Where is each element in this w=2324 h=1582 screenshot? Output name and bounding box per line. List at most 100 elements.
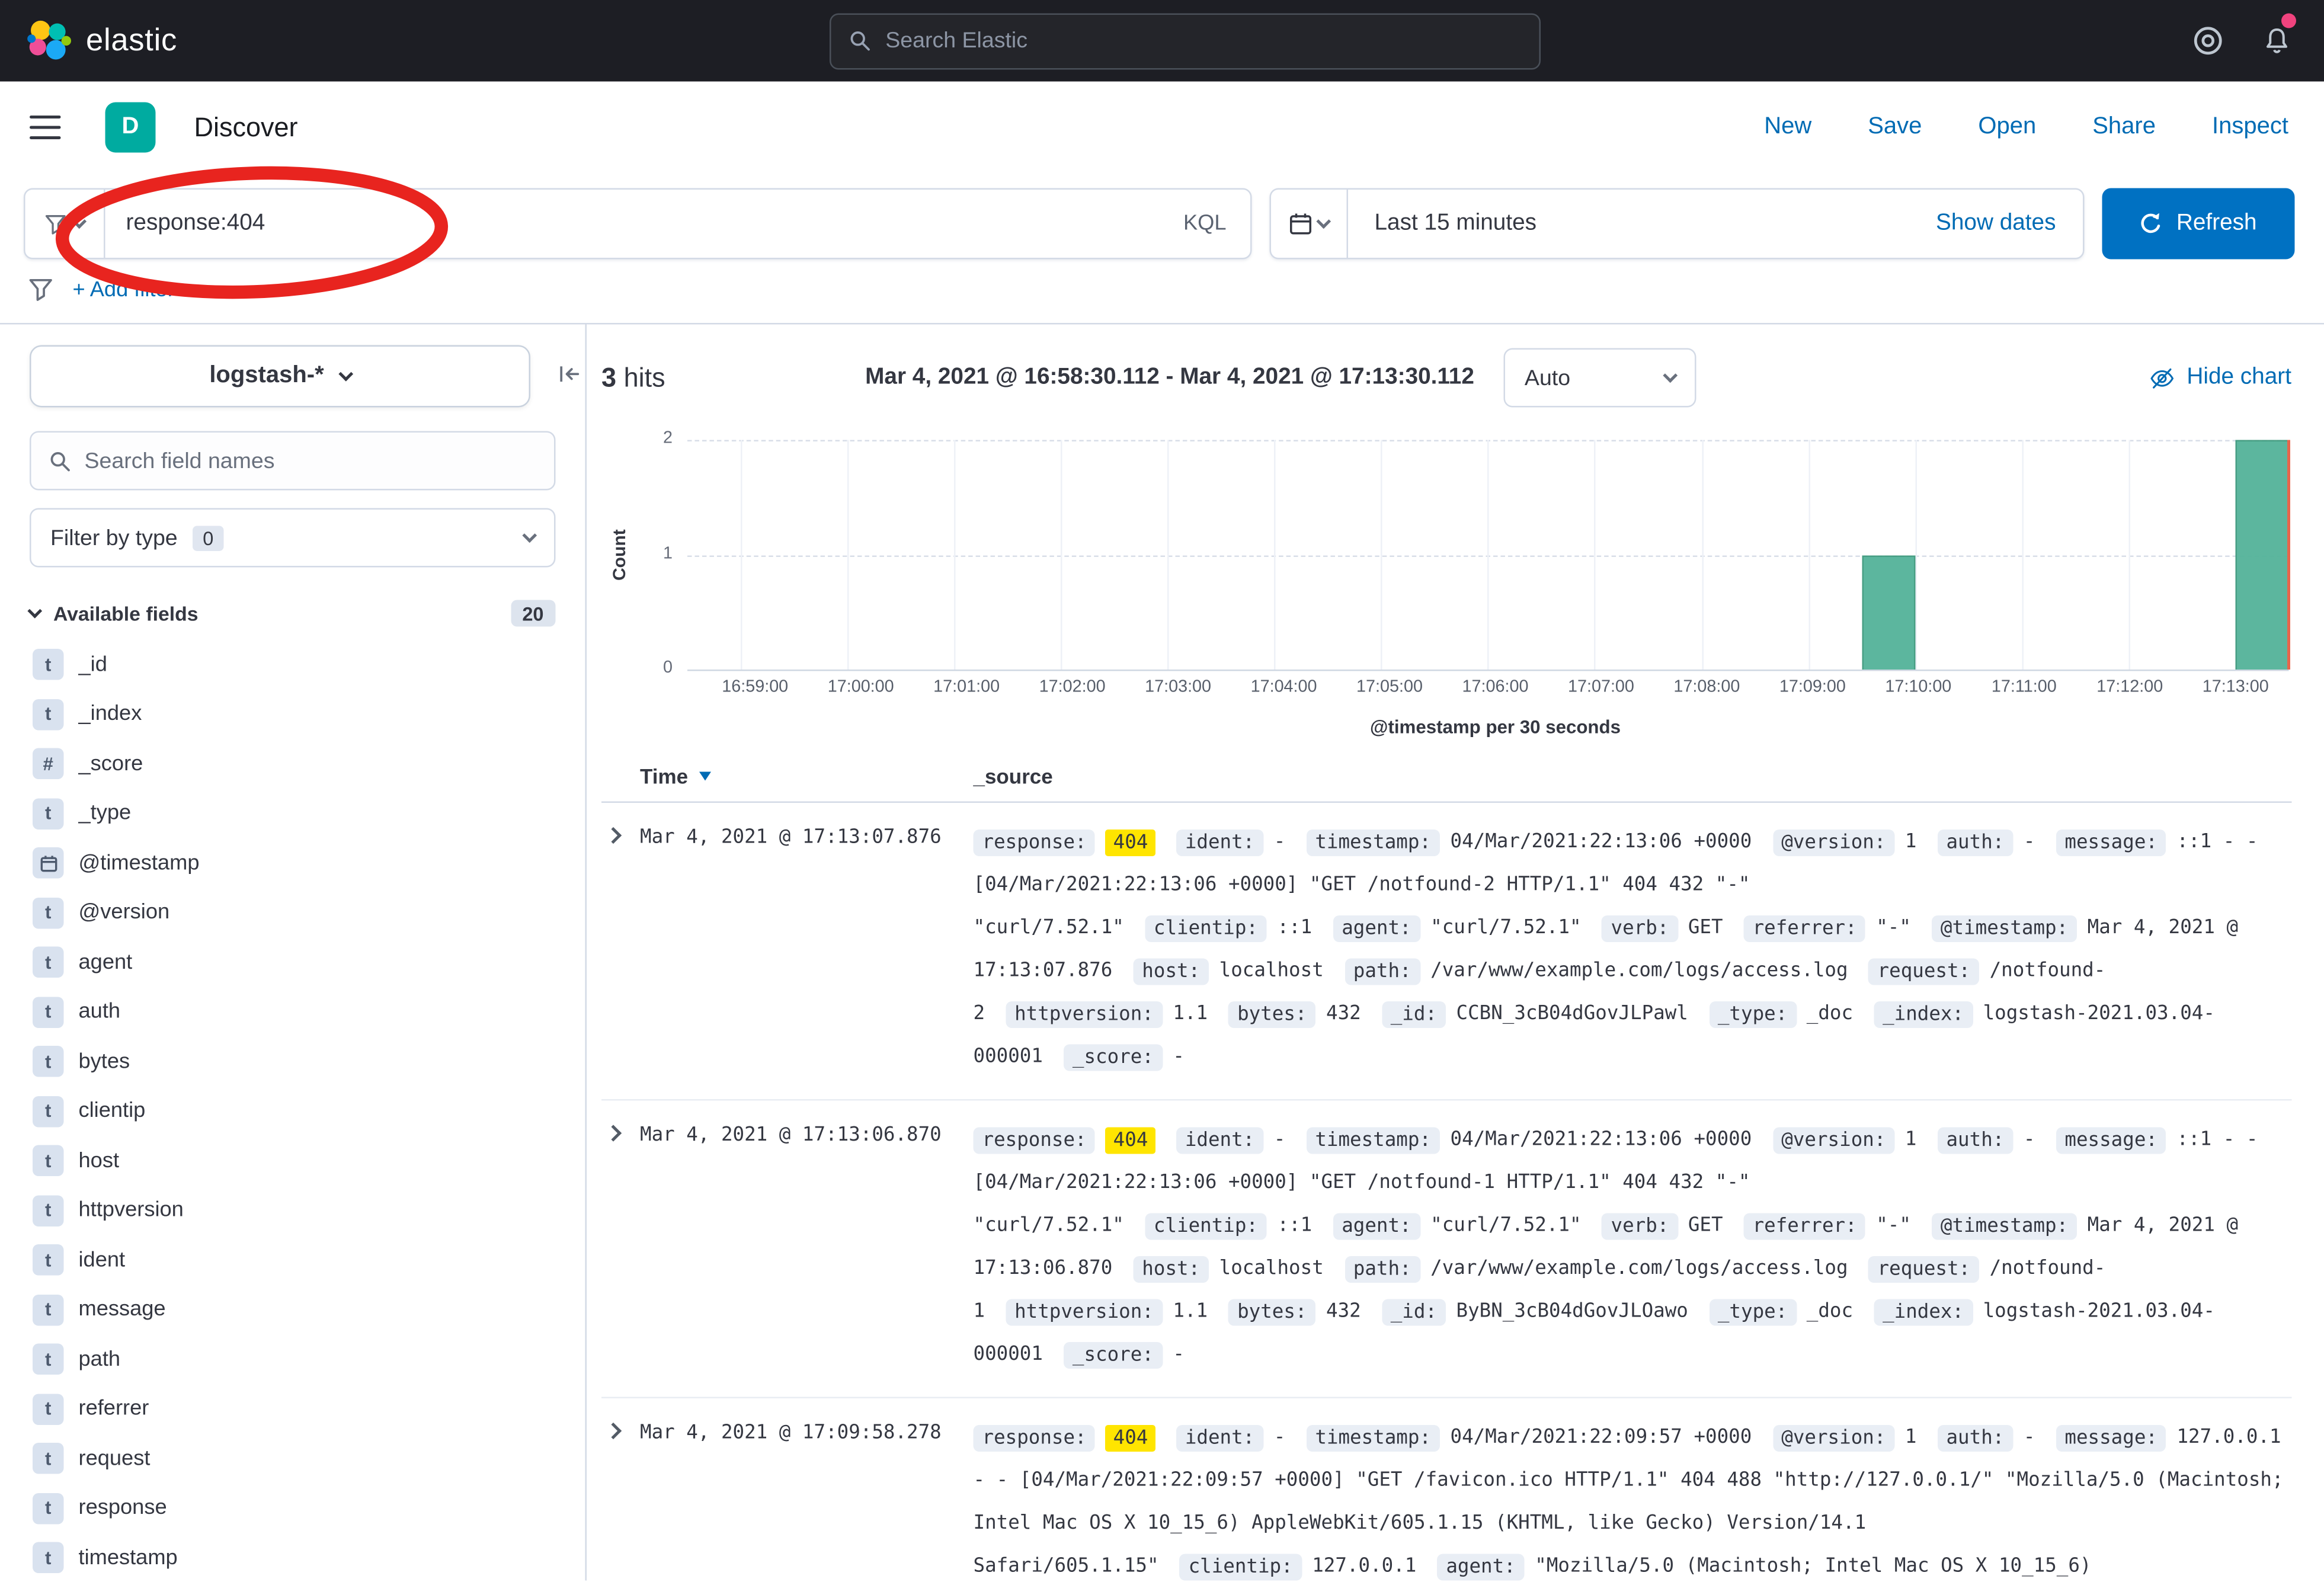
field-badge: host: — [1133, 1256, 1209, 1282]
field-badge: clientip: — [1180, 1553, 1302, 1580]
field-item-request[interactable]: trequest — [30, 1434, 556, 1484]
open-button[interactable]: Open — [1978, 114, 2036, 141]
field-badge: timestamp: — [1306, 829, 1440, 856]
refresh-button[interactable]: Refresh — [2102, 188, 2294, 260]
field-search-input[interactable] — [85, 448, 537, 473]
elastic-home-link[interactable]: elastic — [27, 18, 177, 63]
field-value: 1 — [1905, 1129, 1917, 1151]
field-item-clientip[interactable]: tclientip — [30, 1087, 556, 1136]
field-item-referrer[interactable]: treferrer — [30, 1384, 556, 1434]
field-badge: _index: — [1874, 1298, 1973, 1325]
highlighted-value: 404 — [1106, 829, 1155, 856]
index-pattern-switcher[interactable]: logstash-* — [30, 345, 530, 408]
filter-funnel-icon[interactable] — [28, 277, 54, 303]
field-item-path[interactable]: tpath — [30, 1335, 556, 1385]
hide-chart-button[interactable]: Hide chart — [2150, 364, 2291, 391]
field-item-_index[interactable]: t_index — [30, 690, 556, 739]
field-badge: timestamp: — [1306, 1424, 1440, 1451]
field-search[interactable] — [30, 431, 556, 491]
alerts-bell-icon[interactable] — [2262, 26, 2291, 56]
search-icon — [849, 30, 871, 52]
collapse-sidebar-icon[interactable] — [559, 363, 581, 390]
new-button[interactable]: New — [1764, 114, 1811, 141]
field-item-response[interactable]: t response — [30, 1484, 556, 1533]
field-item-httpversion[interactable]: thttpversion — [30, 1186, 556, 1235]
show-dates-button[interactable]: Show dates — [1936, 210, 2083, 237]
save-button[interactable]: Save — [1868, 114, 1922, 141]
expand-row-button[interactable] — [601, 1119, 640, 1139]
chevron-down-icon — [72, 214, 87, 229]
saved-query-icon — [44, 213, 67, 235]
inspect-button[interactable]: Inspect — [2212, 114, 2288, 141]
available-fields-accordion[interactable]: Available fields 20 — [30, 600, 556, 627]
field-value: 04/Mar/2021:22:09:57 +0000 — [1451, 1427, 1752, 1449]
x-tick-label: 17:11:00 — [1992, 678, 2057, 696]
string-field-icon: t — [33, 1046, 64, 1078]
share-button[interactable]: Share — [2092, 114, 2156, 141]
field-item-_id[interactable]: t_id — [30, 640, 556, 690]
query-language-button[interactable]: KQL — [1160, 212, 1250, 236]
x-gridline — [2022, 440, 2024, 670]
discover-app-badge[interactable]: D — [105, 103, 156, 153]
help-icon[interactable] — [2192, 25, 2223, 57]
field-value: GET — [1688, 917, 1723, 940]
query-section: KQL Last 15 minutes Show dates — [0, 174, 2324, 325]
field-badge: message: — [2056, 1424, 2166, 1451]
field-name: referrer — [79, 1397, 149, 1421]
histogram-bar[interactable] — [2235, 440, 2288, 670]
menu-hamburger-icon[interactable] — [30, 115, 61, 139]
field-item-bytes[interactable]: tbytes — [30, 1037, 556, 1087]
chevron-down-icon — [1316, 214, 1331, 229]
field-badge: @timestamp: — [1932, 1212, 2077, 1239]
field-badge: response: — [974, 829, 1096, 856]
refresh-icon — [2139, 212, 2163, 236]
query-input[interactable] — [105, 210, 1160, 237]
field-item-ident[interactable]: tident — [30, 1235, 556, 1285]
field-item-_score[interactable]: #_score — [30, 739, 556, 789]
x-tick-label: 17:07:00 — [1568, 678, 1634, 696]
global-search[interactable] — [829, 12, 1540, 69]
kibana-discover-page: elastic D Discover New Save Open — [0, 0, 2324, 1582]
time-end-marker — [2287, 440, 2290, 670]
calendar-field-icon — [33, 848, 64, 879]
highlighted-value: 404 — [1106, 1424, 1155, 1451]
histogram-bar[interactable] — [1861, 555, 1915, 670]
string-field-icon: t — [33, 1245, 64, 1276]
field-badge: referrer: — [1744, 915, 1866, 941]
expand-row-button[interactable] — [601, 1416, 640, 1437]
field-item-message[interactable]: tmessage — [30, 1285, 556, 1335]
time-range-value[interactable]: Last 15 minutes — [1347, 210, 1936, 237]
number-field-icon: # — [33, 748, 64, 780]
field-name: @timestamp — [79, 851, 200, 875]
date-picker: Last 15 minutes Show dates — [1269, 188, 2084, 260]
y-tick-label: 2 — [663, 430, 673, 447]
add-filter-button[interactable]: + Add filter — [73, 278, 175, 302]
time-column-label: Time — [640, 764, 688, 788]
string-field-icon: t — [33, 897, 64, 928]
interval-select[interactable]: Auto — [1504, 348, 1696, 408]
field-name: response — [79, 1497, 167, 1520]
field-badge: @version: — [1772, 1126, 1894, 1153]
field-item-@version[interactable]: t@version — [30, 888, 556, 938]
x-tick-label: 17:03:00 — [1145, 678, 1211, 696]
saved-query-menu-button[interactable] — [25, 190, 105, 258]
x-gridline — [1808, 440, 1810, 670]
field-item-timestamp[interactable]: ttimestamp — [30, 1533, 556, 1582]
field-item-host[interactable]: thost — [30, 1136, 556, 1186]
field-item-@timestamp[interactable]: @timestamp — [30, 838, 556, 888]
doc-source: response:404ident:-timestamp:04/Mar/2021… — [974, 1119, 2291, 1376]
global-search-input[interactable] — [885, 28, 1521, 54]
time-column-header[interactable]: Time — [640, 764, 974, 788]
calendar-button[interactable] — [1270, 190, 1347, 258]
field-name: message — [79, 1298, 166, 1322]
field-badge: ident: — [1176, 1424, 1263, 1451]
x-gridline — [1061, 440, 1062, 670]
field-item-auth[interactable]: tauth — [30, 987, 556, 1037]
field-item-agent[interactable]: tagent — [30, 938, 556, 988]
filter-by-type-dropdown[interactable]: Filter by type 0 — [30, 508, 556, 568]
field-badge: clientip: — [1145, 915, 1267, 941]
x-gridline — [1701, 440, 1703, 670]
field-item-_type[interactable]: t_type — [30, 789, 556, 838]
expand-row-button[interactable] — [601, 821, 640, 841]
string-field-icon: t — [33, 1493, 64, 1524]
